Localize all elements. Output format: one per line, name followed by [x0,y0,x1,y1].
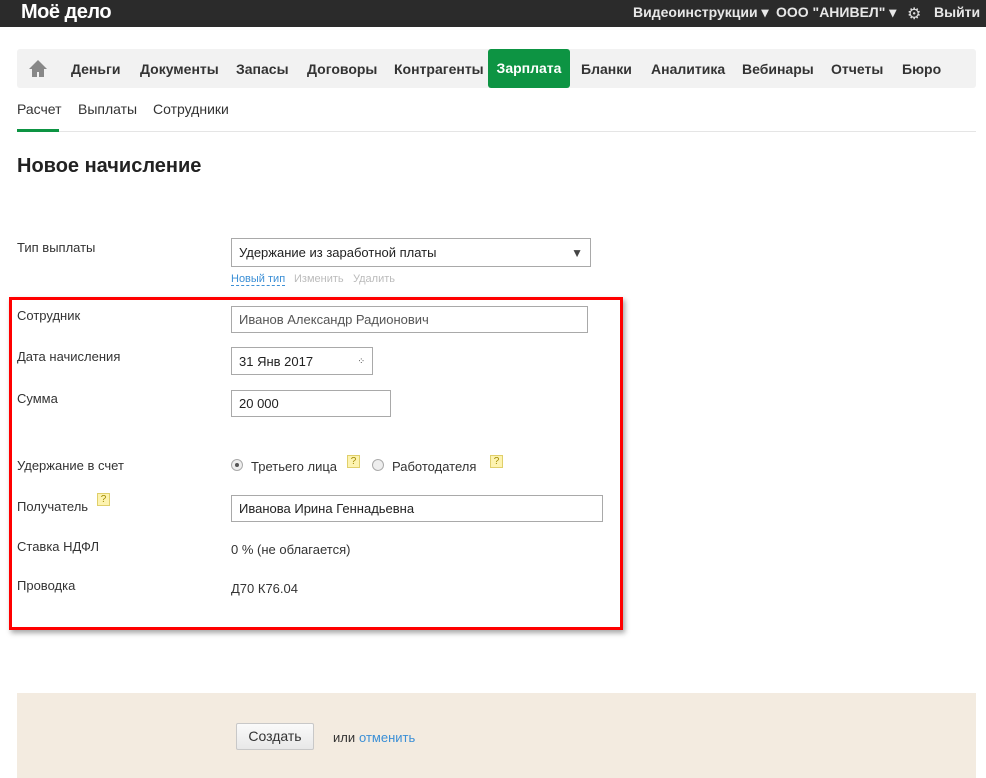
new-type-link[interactable]: Новый тип [231,273,286,286]
nav-reports[interactable]: Отчеты [831,61,883,77]
edit-link[interactable]: Изменить [294,273,344,285]
page-title: Новое начисление [17,155,202,177]
nav-analytics[interactable]: Аналитика [651,61,725,77]
divider [17,131,976,132]
tab-calculation[interactable]: Расчет [17,101,62,117]
home-icon[interactable] [28,59,48,78]
tab-employees[interactable]: Сотрудники [153,101,229,117]
nav-forms[interactable]: Бланки [581,61,632,77]
organization-menu[interactable]: ООО "АНИВЕЛ" ▾ [776,4,896,21]
delete-link[interactable]: Удалить [353,273,395,285]
video-instructions-menu[interactable]: Видеоинструкции ▾ [633,4,769,21]
nav-contractors[interactable]: Контрагенты [394,61,484,77]
or-text: или [333,730,356,745]
logo[interactable]: Моё дело [21,1,112,24]
nav-bureau[interactable]: Бюро [902,61,941,77]
logout-link[interactable]: Выйти [934,4,980,20]
highlight-box [9,297,623,630]
tab-payments[interactable]: Выплаты [78,101,137,117]
nav-money[interactable]: Деньги [71,61,120,77]
pay-type-label: Тип выплаты [17,240,96,255]
form-footer [17,693,976,778]
chevron-down-icon: ▼ [571,245,583,260]
nav-salary[interactable]: Зарплата [488,49,570,88]
nav-contracts[interactable]: Договоры [307,61,377,77]
create-button[interactable]: Создать [236,723,314,750]
pay-type-value: Удержание из заработной платы [239,245,437,260]
active-tab-indicator [17,129,59,132]
nav-documents[interactable]: Документы [140,61,219,77]
gear-icon[interactable]: ⚙ [907,4,921,24]
nav-webinars[interactable]: Вебинары [742,61,814,77]
nav-stock[interactable]: Запасы [236,61,289,77]
pay-type-select[interactable]: Удержание из заработной платы ▼ [231,238,591,267]
cancel-link[interactable]: отменить [359,730,415,745]
